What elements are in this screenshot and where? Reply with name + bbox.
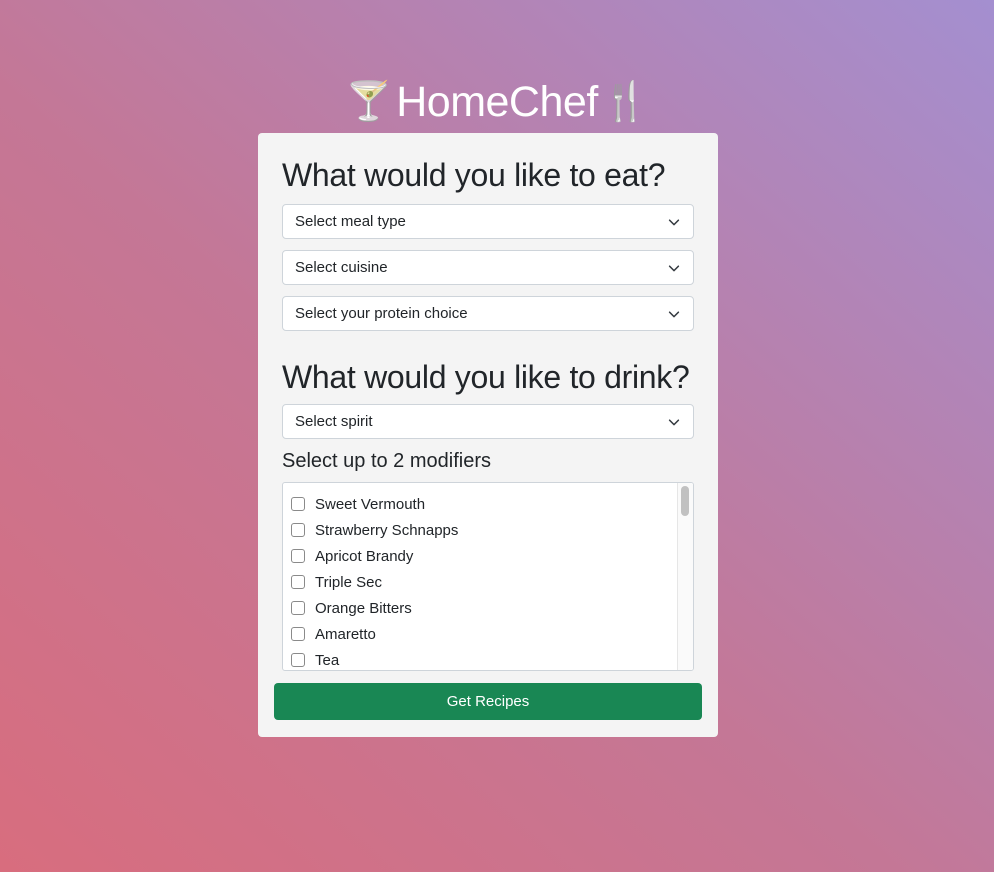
protein-select[interactable]: Select your protein choice xyxy=(282,296,694,331)
cuisine-select-value: Select cuisine xyxy=(295,259,388,276)
recipe-form-card: What would you like to eat? Select meal … xyxy=(258,133,718,737)
checkbox-icon[interactable] xyxy=(291,653,305,667)
modifier-option[interactable]: Sweet Vermouth xyxy=(283,491,677,517)
app-title-text: HomeChef xyxy=(396,77,598,126)
checkbox-icon[interactable] xyxy=(291,549,305,563)
modifier-option-label: Amaretto xyxy=(315,625,376,643)
get-recipes-button[interactable]: Get Recipes xyxy=(274,683,702,720)
cuisine-select[interactable]: Select cuisine xyxy=(282,250,694,285)
chevron-down-icon xyxy=(668,419,680,426)
modifier-option[interactable]: Triple Sec xyxy=(283,569,677,595)
fork-knife-icon: 🍴 xyxy=(601,81,649,123)
meal-type-select[interactable]: Select meal type xyxy=(282,204,694,239)
app-title: 🍸 HomeChef 🍴 xyxy=(0,72,994,132)
modifier-list: Sweet Vermouth Strawberry Schnapps Apric… xyxy=(282,482,694,671)
eat-heading: What would you like to eat? xyxy=(282,157,666,193)
checkbox-icon[interactable] xyxy=(291,601,305,615)
checkbox-icon[interactable] xyxy=(291,575,305,589)
modifier-option[interactable]: Apricot Brandy xyxy=(283,543,677,569)
modifier-option[interactable]: Tea xyxy=(283,647,677,670)
checkbox-icon[interactable] xyxy=(291,523,305,537)
drink-heading: What would you like to drink? xyxy=(282,359,690,395)
modifier-option-label: Orange Bitters xyxy=(315,599,412,617)
chevron-down-icon xyxy=(668,311,680,318)
modifier-option[interactable]: Orange Bitters xyxy=(283,595,677,621)
spirit-select[interactable]: Select spirit xyxy=(282,404,694,439)
modifier-option-label: Tea xyxy=(315,651,340,669)
modifier-option-label: Sweet Vermouth xyxy=(315,495,426,513)
checkbox-icon[interactable] xyxy=(291,627,305,641)
protein-select-value: Select your protein choice xyxy=(295,305,468,322)
modifier-option[interactable]: Amaretto xyxy=(283,621,677,647)
chevron-down-icon xyxy=(668,219,680,226)
modifier-option[interactable]: Strawberry Schnapps xyxy=(283,517,677,543)
modifiers-label: Select up to 2 modifiers xyxy=(282,450,491,472)
checkbox-icon[interactable] xyxy=(291,497,305,511)
spirit-select-value: Select spirit xyxy=(295,413,373,430)
modifier-option-label: Strawberry Schnapps xyxy=(315,521,459,539)
modifier-option-label: Apricot Brandy xyxy=(315,547,414,565)
modifier-list-scrollbar[interactable] xyxy=(677,483,693,670)
cocktail-icon: 🍸 xyxy=(345,81,393,123)
chevron-down-icon xyxy=(668,265,680,272)
scrollbar-thumb[interactable] xyxy=(681,486,689,516)
meal-type-select-value: Select meal type xyxy=(295,213,406,230)
modifier-option-label: Triple Sec xyxy=(315,573,382,591)
